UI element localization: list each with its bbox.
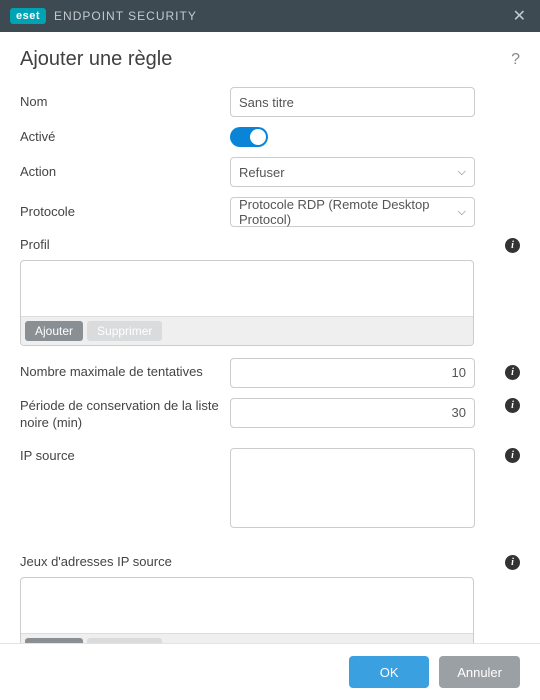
blacklist-period-input[interactable] xyxy=(230,398,475,428)
brand-badge: eset xyxy=(10,8,46,24)
dialog-content: Ajouter une règle ? Nom Activé Action Re… xyxy=(0,32,540,643)
profile-add-button[interactable]: Ajouter xyxy=(25,321,83,341)
source-ip-sets-listbox: Ajouter Supprimer xyxy=(20,577,474,643)
name-input[interactable] xyxy=(230,87,475,117)
page-title: Ajouter une règle xyxy=(20,48,511,71)
chevron-down-icon: ⌵ xyxy=(458,166,466,179)
action-select[interactable]: Refuser ⌵ xyxy=(230,157,475,187)
blacklist-period-label: Période de conservation de la liste noir… xyxy=(20,398,230,432)
info-icon[interactable]: i xyxy=(505,555,520,570)
toggle-knob xyxy=(250,129,266,145)
titlebar: eset ENDPOINT SECURITY ✕ xyxy=(0,0,540,32)
info-icon[interactable]: i xyxy=(505,238,520,253)
dialog-footer: OK Annuler xyxy=(0,643,540,700)
source-ip-label: IP source xyxy=(20,448,230,465)
enabled-toggle[interactable] xyxy=(230,127,268,147)
close-icon[interactable]: ✕ xyxy=(509,6,530,26)
max-attempts-input[interactable] xyxy=(230,358,475,388)
source-ip-sets-footer: Ajouter Supprimer xyxy=(21,633,473,643)
source-ip-sets-body[interactable] xyxy=(21,578,473,633)
name-label: Nom xyxy=(20,94,230,111)
protocol-label: Protocole xyxy=(20,204,230,221)
cancel-button[interactable]: Annuler xyxy=(439,656,520,688)
info-icon[interactable]: i xyxy=(505,398,520,413)
info-icon[interactable]: i xyxy=(505,448,520,463)
profile-label: Profil xyxy=(20,237,496,254)
chevron-down-icon: ⌵ xyxy=(458,206,466,219)
source-ip-sets-label: Jeux d'adresses IP source xyxy=(20,554,496,571)
source-ip-textarea[interactable] xyxy=(230,448,475,528)
product-name: ENDPOINT SECURITY xyxy=(54,9,509,23)
ok-button[interactable]: OK xyxy=(349,656,429,688)
action-label: Action xyxy=(20,164,230,181)
max-attempts-label: Nombre maximale de tentatives xyxy=(20,364,230,381)
profile-list-footer: Ajouter Supprimer xyxy=(21,316,473,345)
enabled-label: Activé xyxy=(20,129,230,146)
profile-listbox: Ajouter Supprimer xyxy=(20,260,474,346)
info-icon[interactable]: i xyxy=(505,365,520,380)
protocol-select-value: Protocole RDP (Remote Desktop Protocol) xyxy=(239,197,458,227)
help-icon[interactable]: ? xyxy=(511,51,520,69)
profile-delete-button: Supprimer xyxy=(87,321,162,341)
profile-list-body[interactable] xyxy=(21,261,473,316)
protocol-select[interactable]: Protocole RDP (Remote Desktop Protocol) … xyxy=(230,197,475,227)
action-select-value: Refuser xyxy=(239,165,285,180)
